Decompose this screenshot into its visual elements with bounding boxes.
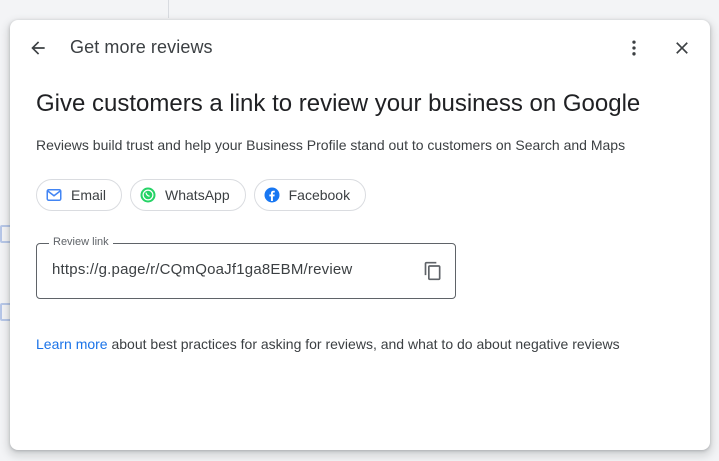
share-email-button[interactable]: Email <box>36 179 123 211</box>
facebook-icon <box>263 186 281 204</box>
more-vert-icon <box>632 40 636 56</box>
arrow-back-icon <box>31 41 45 55</box>
review-link-label: Review link <box>49 236 113 248</box>
background-search-divider <box>168 0 169 18</box>
dialog-headline: Give customers a link to review your bus… <box>36 90 641 117</box>
review-link-field[interactable]: Review link https://g.page/r/CQmQoaJf1ga… <box>36 236 456 299</box>
share-whatsapp-label: WhatsApp <box>165 187 230 203</box>
dialog-topbar: Get more reviews <box>10 20 710 76</box>
background-left-marks <box>0 225 12 345</box>
back-button[interactable] <box>18 28 58 68</box>
whatsapp-icon <box>139 186 157 204</box>
learn-more-rest: about best practices for asking for revi… <box>107 336 620 352</box>
mail-icon <box>45 186 63 204</box>
dialog-subtext: Reviews build trust and help your Busine… <box>36 137 626 153</box>
copy-icon <box>424 261 441 281</box>
learn-more-text: Learn more about best practices for aski… <box>36 336 620 352</box>
share-facebook-label: Facebook <box>288 187 351 203</box>
share-email-label: Email <box>71 187 107 203</box>
learn-more-link[interactable]: Learn more <box>36 336 108 352</box>
more-options-button[interactable] <box>614 28 654 68</box>
close-icon <box>676 42 688 54</box>
close-button[interactable] <box>662 28 702 68</box>
dialog-title: Get more reviews <box>70 37 213 57</box>
share-facebook-button[interactable]: Facebook <box>253 179 367 211</box>
get-more-reviews-dialog: Get more reviews Give customers a link t… <box>10 20 710 450</box>
share-options: Email WhatsApp Facebook <box>36 179 367 211</box>
copy-link-button[interactable] <box>421 259 445 283</box>
review-link-value[interactable]: https://g.page/r/CQmQoaJf1ga8EBM/review <box>52 261 352 278</box>
share-whatsapp-button[interactable]: WhatsApp <box>130 179 246 211</box>
